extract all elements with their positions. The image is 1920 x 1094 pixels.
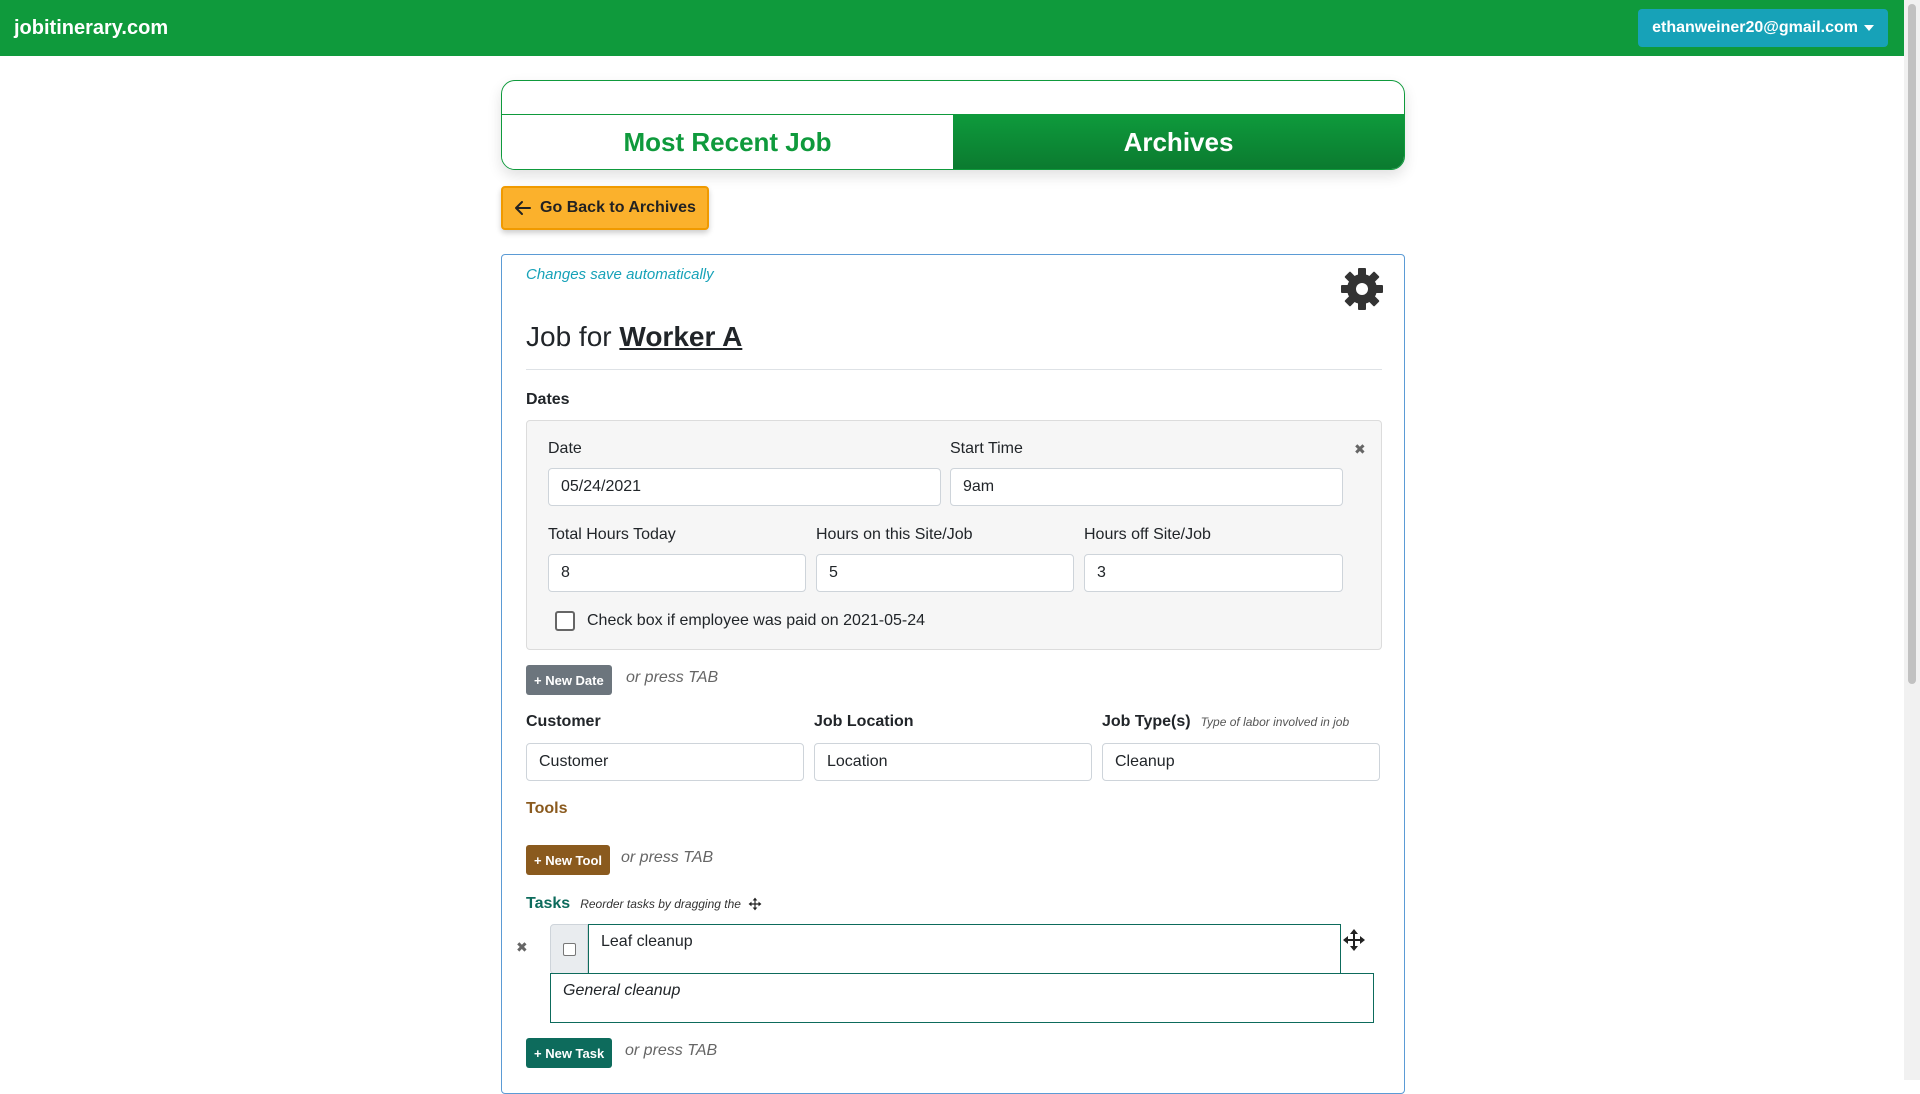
dates-heading: Dates bbox=[526, 391, 570, 408]
paid-checkbox-row: Check box if employee was paid on 2021-0… bbox=[555, 611, 925, 631]
start-time-label: Start Time bbox=[950, 440, 1023, 457]
tab-most-recent-job[interactable]: Most Recent Job bbox=[502, 115, 953, 169]
paid-checkbox-label: Check box if employee was paid on 2021-0… bbox=[587, 612, 925, 629]
remove-task-icon[interactable]: ✖ bbox=[516, 939, 528, 956]
top-navbar: jobitinerary.com ethanweiner20@gmail.com bbox=[0, 0, 1904, 56]
start-time-input[interactable]: 9am bbox=[950, 468, 1343, 506]
account-dropdown[interactable]: ethanweiner20@gmail.com bbox=[1638, 9, 1888, 47]
tasks-reorder-hint: Reorder tasks by dragging the bbox=[580, 897, 741, 911]
customer-label: Customer bbox=[526, 713, 601, 730]
hours-off-site-input[interactable]: 3 bbox=[1084, 554, 1343, 592]
job-title-prefix: Job for bbox=[526, 321, 612, 352]
worker-name-link[interactable]: Worker A bbox=[619, 321, 742, 352]
scrollbar-thumb[interactable] bbox=[1908, 4, 1916, 684]
new-task-button[interactable]: + New Task bbox=[526, 1038, 613, 1068]
task-checkbox-container bbox=[550, 924, 588, 974]
title-divider bbox=[526, 369, 1382, 370]
tab-archives[interactable]: Archives bbox=[953, 115, 1404, 169]
close-icon[interactable]: ✖ bbox=[1354, 441, 1366, 458]
back-button-label: Go Back to Archives bbox=[540, 199, 696, 216]
tasks-heading-text: Tasks bbox=[526, 895, 571, 912]
job-type-input[interactable]: Cleanup bbox=[1102, 743, 1380, 781]
move-arrows-icon bbox=[748, 897, 762, 911]
new-date-button[interactable]: + New Date bbox=[526, 665, 612, 695]
hours-off-site-label: Hours off Site/Job bbox=[1084, 526, 1211, 543]
customer-input[interactable]: Customer bbox=[526, 743, 804, 781]
hours-on-site-input[interactable]: 5 bbox=[816, 554, 1074, 592]
date-input[interactable]: 05/24/2021 bbox=[548, 468, 941, 506]
job-type-label: Job Type(s) Type of labor involved in job bbox=[1102, 713, 1349, 731]
date-entry-box: Date 05/24/2021 Start Time 9am ✖ Total H… bbox=[526, 420, 1382, 650]
paid-checkbox[interactable] bbox=[555, 611, 575, 631]
arrow-left-icon bbox=[515, 201, 532, 215]
page-scrollbar[interactable] bbox=[1904, 0, 1920, 1080]
tasks-heading: Tasks Reorder tasks by dragging the bbox=[526, 895, 762, 913]
job-type-hint: Type of labor involved in job bbox=[1200, 715, 1350, 729]
task-notes-input[interactable]: General cleanup bbox=[550, 973, 1374, 1023]
tools-heading: Tools bbox=[526, 800, 568, 817]
drag-handle-icon[interactable] bbox=[1342, 928, 1366, 952]
hours-on-site-label: Hours on this Site/Job bbox=[816, 526, 973, 543]
new-date-hint: or press TAB bbox=[626, 669, 719, 686]
job-location-label: Job Location bbox=[814, 713, 914, 730]
task-title-input[interactable]: Leaf cleanup bbox=[588, 924, 1341, 974]
new-tool-hint: or press TAB bbox=[621, 849, 714, 866]
job-location-input[interactable]: Location bbox=[814, 743, 1092, 781]
job-tabs: Most Recent Job Archives bbox=[502, 114, 1404, 169]
job-type-label-text: Job Type(s) bbox=[1102, 713, 1191, 730]
page-title: Job for Worker A bbox=[526, 321, 742, 353]
go-back-to-archives-button[interactable]: Go Back to Archives bbox=[501, 186, 709, 230]
autosave-note: Changes save automatically bbox=[526, 266, 714, 283]
caret-down-icon bbox=[1864, 25, 1874, 31]
account-email: ethanweiner20@gmail.com bbox=[1652, 19, 1858, 36]
job-card: Changes save automatically Job for Worke… bbox=[501, 254, 1405, 1094]
job-tabs-card: Most Recent Job Archives bbox=[501, 80, 1405, 170]
brand-logo[interactable]: jobitinerary.com bbox=[14, 17, 168, 40]
new-task-hint: or press TAB bbox=[625, 1042, 718, 1059]
new-tool-button[interactable]: + New Tool bbox=[526, 845, 611, 875]
total-hours-label: Total Hours Today bbox=[548, 526, 676, 543]
gear-icon[interactable] bbox=[1340, 267, 1384, 311]
total-hours-input[interactable]: 8 bbox=[548, 554, 806, 592]
date-label: Date bbox=[548, 440, 582, 457]
task-complete-checkbox[interactable] bbox=[562, 942, 576, 956]
